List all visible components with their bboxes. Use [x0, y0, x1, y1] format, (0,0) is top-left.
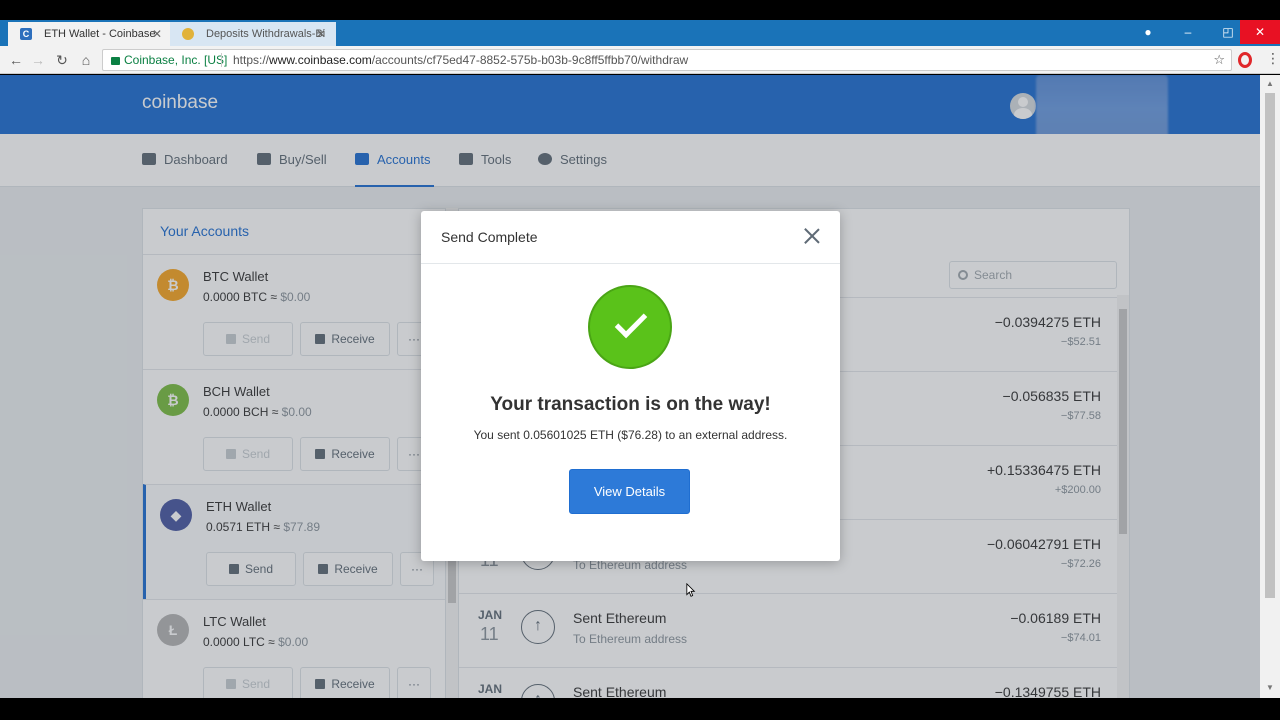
mouse-cursor-icon: [686, 583, 696, 597]
tab-close-icon[interactable]: ✕: [316, 22, 326, 46]
scroll-down-icon[interactable]: ▼: [1266, 683, 1274, 692]
success-checkmark-icon: [588, 285, 672, 369]
coinbase-page: coinbase Dashboard Buy/Sell Accounts Too…: [0, 75, 1260, 698]
url-host: www.coinbase.com: [269, 53, 372, 67]
bookmark-star-icon[interactable]: ☆: [1213, 50, 1225, 70]
dialog-headline: Your transaction is on the way!: [490, 394, 771, 415]
letterbox-bottom: [0, 698, 1280, 720]
browser-tab-strip: C ETH Wallet - Coinbase ✕ Deposits Withd…: [0, 20, 1280, 60]
screen: C ETH Wallet - Coinbase ✕ Deposits Withd…: [0, 0, 1280, 720]
view-details-button[interactable]: View Details: [569, 469, 690, 514]
tab-title: Deposits Withdrawals-Bi: [206, 28, 326, 40]
dialog-header: Send Complete: [421, 211, 840, 264]
window-close-button[interactable]: ✕: [1240, 20, 1280, 44]
tab-close-icon[interactable]: ✕: [152, 22, 162, 46]
home-icon[interactable]: ⌂: [76, 50, 96, 70]
tab-eth-wallet[interactable]: C ETH Wallet - Coinbase ✕: [8, 22, 172, 46]
tab-title: ETH Wallet - Coinbase: [44, 28, 156, 40]
security-indicator[interactable]: Coinbase, Inc. [US]: [111, 50, 227, 70]
lock-icon: [111, 57, 120, 65]
url-text: https://www.coinbase.com/accounts/cf75ed…: [233, 50, 688, 70]
dialog-message: You sent 0.05601025 ETH ($76.28) to an e…: [473, 428, 788, 442]
page-scrollbar[interactable]: ▲ ▼: [1260, 75, 1280, 698]
scrollbar-thumb[interactable]: [1265, 93, 1275, 598]
url-scheme: https://: [233, 53, 270, 67]
url-path: /accounts/cf75ed47-8852-575b-b03b-9c8ff5…: [371, 53, 689, 67]
scroll-up-icon[interactable]: ▲: [1266, 79, 1274, 88]
forward-arrow-icon[interactable]: →: [28, 50, 48, 70]
back-arrow-icon[interactable]: ←: [6, 50, 26, 70]
bitcoin-favicon-icon: [182, 28, 194, 40]
reload-icon[interactable]: ↻: [52, 50, 72, 70]
url-divider: [221, 53, 222, 67]
tab-deposits-withdrawals[interactable]: Deposits Withdrawals-Bi ✕: [170, 22, 336, 46]
dialog-title: Send Complete: [441, 229, 538, 245]
send-complete-dialog: Send Complete Your transaction is on the…: [421, 211, 840, 561]
browser-menu-icon[interactable]: ⋮: [1266, 50, 1280, 67]
security-label: Coinbase, Inc. [US]: [124, 53, 228, 67]
profile-icon[interactable]: ●: [1128, 20, 1168, 44]
letterbox-top: [0, 0, 1280, 20]
close-icon[interactable]: [801, 225, 823, 247]
coinbase-favicon-icon: C: [20, 28, 32, 40]
address-bar-row: ← → ↻ ⌂ Coinbase, Inc. [US] https://www.…: [0, 46, 1280, 74]
url-input[interactable]: Coinbase, Inc. [US] https://www.coinbase…: [102, 49, 1232, 71]
minimize-button[interactable]: –: [1168, 20, 1208, 44]
checkmark: [614, 305, 648, 339]
opera-extension-icon[interactable]: [1238, 52, 1252, 68]
